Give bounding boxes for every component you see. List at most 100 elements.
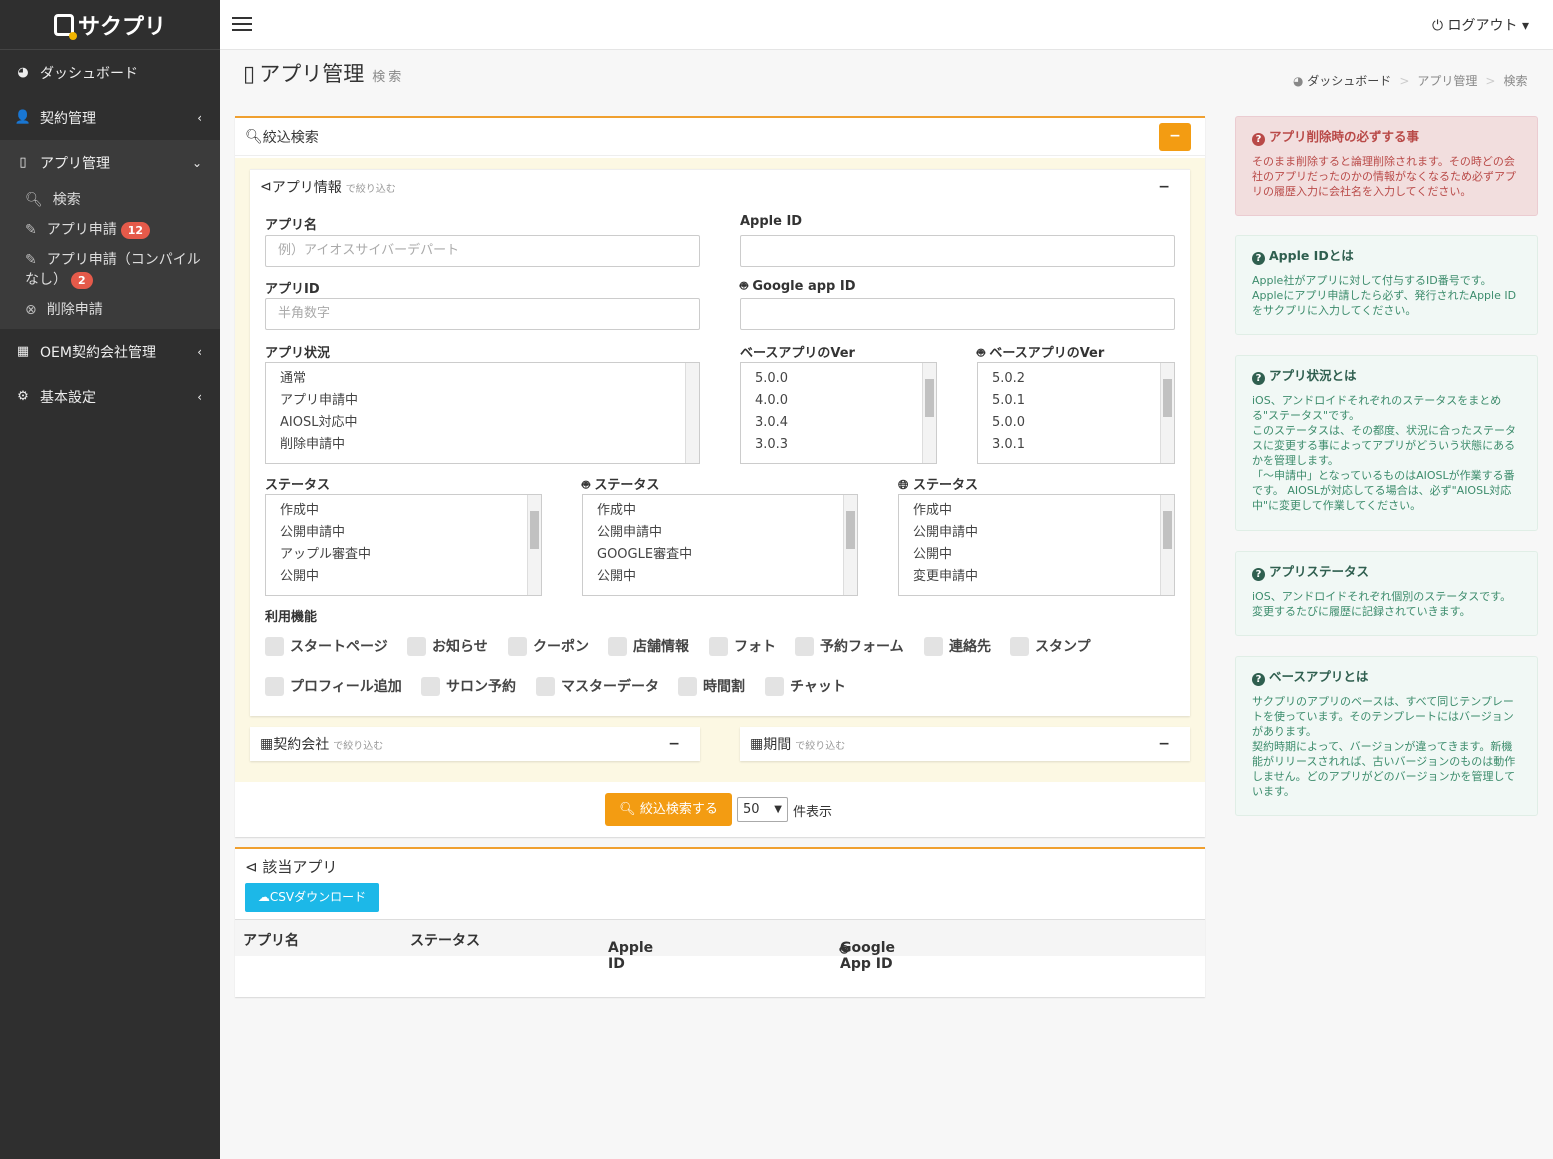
checkbox[interactable]	[407, 636, 426, 656]
option[interactable]: 5.0.1	[992, 390, 1160, 412]
checkbox[interactable]	[265, 676, 284, 696]
scrollbar[interactable]	[843, 495, 857, 595]
collapse-icon[interactable]: −	[668, 736, 680, 752]
col-app-name[interactable]: アプリ名	[243, 930, 299, 950]
page-header: ▯ アプリ管理 検索	[243, 58, 404, 88]
scrollbar[interactable]	[685, 363, 699, 463]
ios-status-list[interactable]: 作成中 公開申請中 アップル審査中 公開中	[265, 494, 542, 596]
option[interactable]: 公開中	[913, 544, 1160, 566]
checkbox[interactable]	[1010, 636, 1029, 656]
question-icon: ?	[1252, 568, 1265, 581]
feature-checkbox[interactable]: 時間割	[678, 676, 745, 696]
logout-button[interactable]: ⏻ ログアウト ▾	[1432, 15, 1529, 35]
collapse-icon[interactable]: −	[1158, 736, 1170, 752]
feature-label: チャット	[790, 679, 846, 695]
checkbox[interactable]	[265, 636, 284, 656]
app-status-list[interactable]: 通常 アプリ申請中 AIOSL対応中 削除申請中	[265, 362, 700, 464]
option[interactable]: 公開中	[597, 566, 843, 588]
per-page-select[interactable]: 50 ▼	[737, 797, 788, 822]
feature-checkbox[interactable]: チャット	[765, 676, 846, 696]
scrollbar[interactable]	[1160, 495, 1174, 595]
sidebar-subitem-app-request-nocompile[interactable]: ✎ アプリ申請（コンパイルなし） 2	[0, 245, 220, 295]
sidebar-subitem-delete-request[interactable]: ⊗ 削除申請	[0, 295, 220, 325]
option[interactable]: 3.0.1	[992, 434, 1160, 456]
feature-checkbox[interactable]: フォト	[709, 636, 776, 656]
checkbox[interactable]	[678, 676, 697, 696]
checkbox[interactable]	[421, 676, 440, 696]
collapse-button[interactable]: −	[1159, 123, 1191, 151]
checkbox[interactable]	[709, 636, 728, 656]
feature-checkbox[interactable]: スタンプ	[1010, 636, 1091, 656]
feature-checkbox[interactable]: 予約フォーム	[795, 636, 904, 656]
option[interactable]: 公開申請中	[280, 522, 527, 544]
option[interactable]: 変更申請中	[913, 566, 1160, 588]
logo[interactable]: サクプリ	[0, 0, 220, 50]
collapse-icon[interactable]: −	[1158, 179, 1170, 195]
checkbox[interactable]	[765, 676, 784, 696]
sidebar-subitem-app-request[interactable]: ✎ アプリ申請 12	[0, 215, 220, 245]
filter-search-button[interactable]: 🔍︎ 絞込検索する	[605, 793, 732, 826]
option[interactable]: GOOGLE審査中	[597, 544, 843, 566]
option[interactable]: 作成中	[280, 500, 527, 522]
option[interactable]: 5.0.0	[755, 368, 922, 390]
sidebar-item-oem[interactable]: ▦ OEM契約会社管理 ‹	[0, 329, 220, 374]
option[interactable]: AIOSL対応中	[280, 412, 685, 434]
sidebar-item-settings[interactable]: ⚙ 基本設定 ‹	[0, 374, 220, 419]
option[interactable]: アプリ申請中	[280, 390, 685, 412]
checkbox[interactable]	[536, 676, 555, 696]
feature-checkbox[interactable]: マスターデータ	[536, 676, 659, 696]
app-name-input[interactable]: 例）アイオスサイバーデパート	[265, 235, 700, 267]
sidebar-item-app-management[interactable]: ▯ アプリ管理 ⌄	[0, 140, 220, 185]
menu-toggle-icon[interactable]	[232, 17, 252, 35]
sidebar-subitem-search[interactable]: 🔍︎ 検索	[0, 185, 220, 215]
option[interactable]: 削除申請中	[280, 434, 685, 456]
option[interactable]: 3.0.4	[755, 412, 922, 434]
option[interactable]: 作成中	[597, 500, 843, 522]
sidebar-item-dashboard[interactable]: ◕ ダッシュボード	[0, 50, 220, 95]
checkbox[interactable]	[924, 636, 943, 656]
android-ver-list[interactable]: 5.0.2 5.0.1 5.0.0 3.0.1	[977, 362, 1175, 464]
feature-checkbox[interactable]: プロフィール追加	[265, 676, 402, 696]
col-status[interactable]: ステータス	[410, 930, 480, 950]
option[interactable]: 3.0.3	[755, 434, 922, 456]
feature-checkbox[interactable]: クーポン	[508, 636, 589, 656]
option[interactable]: 通常	[280, 368, 685, 390]
globe-icon: 🌐︎	[898, 478, 909, 493]
checkbox[interactable]	[795, 636, 814, 656]
android-status-list[interactable]: 作成中 公開申請中 GOOGLE審査中 公開中	[582, 494, 858, 596]
question-icon: ?	[1252, 252, 1265, 265]
power-icon: ⏻	[1431, 18, 1448, 34]
option[interactable]: 公開申請中	[597, 522, 843, 544]
scrollbar[interactable]	[1160, 363, 1174, 463]
option[interactable]: 公開中	[280, 566, 527, 588]
option[interactable]: 5.0.0	[992, 412, 1160, 434]
option[interactable]: アップル審査中	[280, 544, 527, 566]
option[interactable]: 5.0.2	[992, 368, 1160, 390]
chevron-left-icon: ‹	[197, 110, 202, 125]
breadcrumb-app[interactable]: アプリ管理	[1417, 74, 1477, 88]
feature-checkbox[interactable]: お知らせ	[407, 636, 488, 656]
scrollbar[interactable]	[527, 495, 541, 595]
feature-label: クーポン	[533, 639, 589, 655]
breadcrumb-dashboard[interactable]: ダッシュボード	[1307, 74, 1391, 88]
web-status-list[interactable]: 作成中 公開申請中 公開中 変更申請中	[898, 494, 1175, 596]
share-icon: ⊲	[260, 179, 272, 195]
checkbox[interactable]	[508, 636, 527, 656]
feature-checkbox[interactable]: 連絡先	[924, 636, 991, 656]
feature-checkbox[interactable]: スタートページ	[265, 636, 388, 656]
scrollbar[interactable]	[922, 363, 936, 463]
sidebar-item-contracts[interactable]: 👤 契約管理 ‹	[0, 95, 220, 140]
option[interactable]: 作成中	[913, 500, 1160, 522]
csv-download-button[interactable]: ☁CSVダウンロード	[245, 883, 379, 912]
google-id-input[interactable]	[740, 298, 1175, 330]
question-icon: ?	[1252, 133, 1265, 146]
checkbox[interactable]	[608, 636, 627, 656]
ios-ver-list[interactable]: 5.0.0 4.0.0 3.0.4 3.0.3	[740, 362, 937, 464]
android-icon: 🤖︎	[582, 478, 590, 493]
app-id-input[interactable]: 半角数字	[265, 298, 700, 330]
feature-checkbox[interactable]: サロン予約	[421, 676, 516, 696]
feature-checkbox[interactable]: 店舗情報	[608, 636, 689, 656]
option[interactable]: 公開申請中	[913, 522, 1160, 544]
option[interactable]: 4.0.0	[755, 390, 922, 412]
apple-id-input[interactable]	[740, 235, 1175, 267]
